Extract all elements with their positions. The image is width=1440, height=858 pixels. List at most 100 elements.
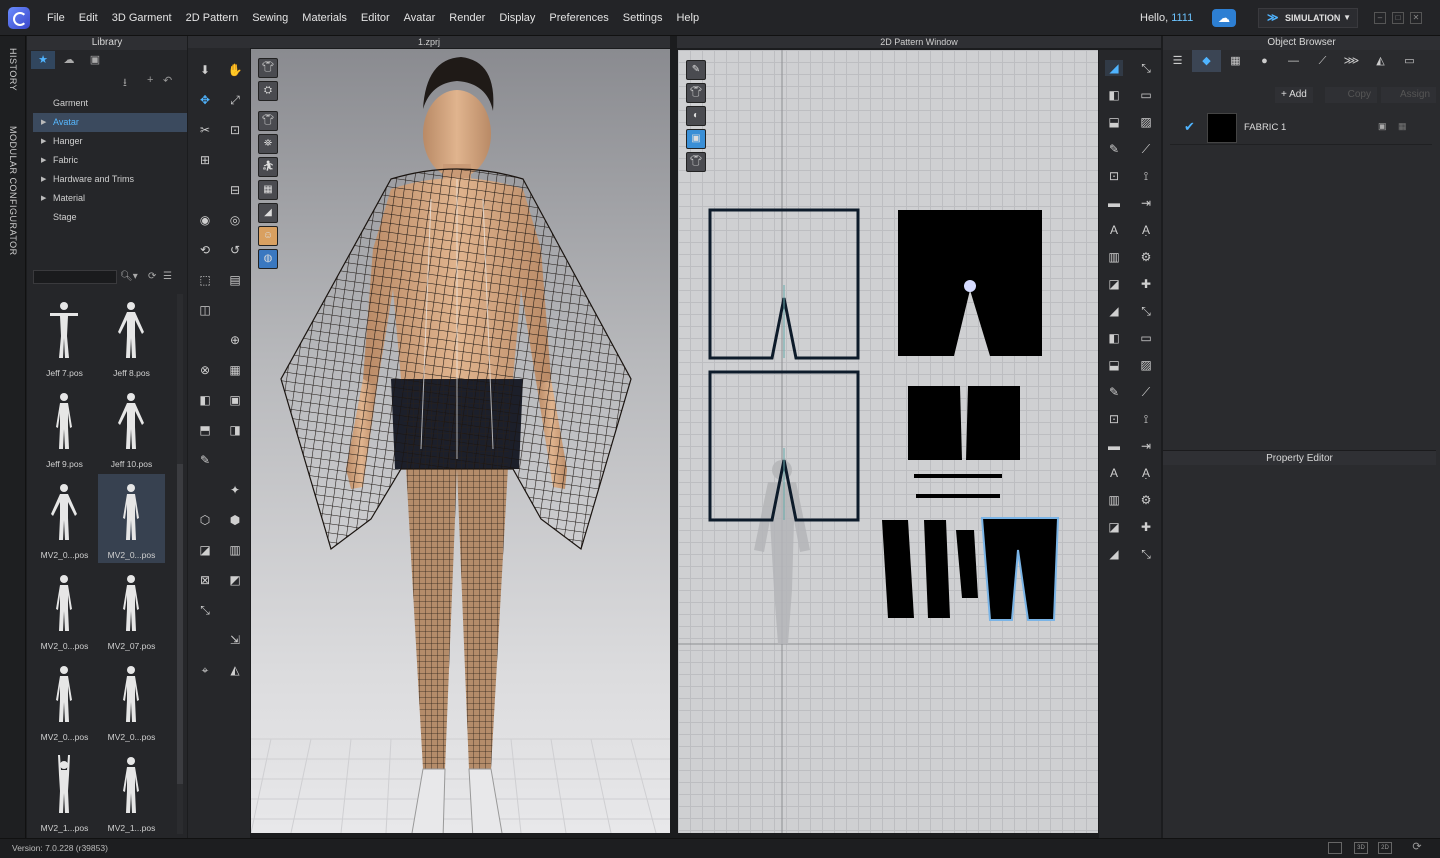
3d-tool-icon[interactable]: ✂: [196, 122, 214, 138]
2d-tool-icon[interactable]: ⬓: [1105, 114, 1123, 130]
3d-tool-icon[interactable]: ✎: [196, 452, 214, 468]
2d-tool-icon[interactable]: ⟋: [1137, 384, 1155, 400]
tree-item-material[interactable]: ▶ Material: [27, 189, 187, 208]
pattern-view-toggle-icon[interactable]: ◐: [686, 106, 706, 126]
tree-item-fabric[interactable]: ▶ Fabric: [27, 151, 187, 170]
list-view-icon[interactable]: ☰: [163, 271, 172, 282]
2d-tool-icon[interactable]: Ạ: [1137, 222, 1155, 238]
2d-tool-icon[interactable]: ▨: [1137, 357, 1155, 373]
pattern-view-toggle-icon[interactable]: 👕︎: [686, 152, 706, 172]
avatar-pose-thumbnail[interactable]: MV2_0...pos: [98, 656, 165, 745]
3d-tool-icon[interactable]: ◎: [226, 212, 244, 228]
3d-tool-icon[interactable]: ⤡: [196, 602, 214, 618]
pattern-window-2d[interactable]: [678, 50, 1098, 833]
3d-tool-icon[interactable]: ⬒: [196, 422, 214, 438]
3d-tool-icon[interactable]: ✦: [226, 482, 244, 498]
viewport-toggle-icon[interactable]: ▦: [258, 180, 278, 200]
viewport-toggle-icon[interactable]: 👕︎: [258, 58, 278, 78]
tree-item-avatar[interactable]: ▶ Avatar: [33, 113, 187, 132]
2d-tool-icon[interactable]: ◢: [1105, 303, 1123, 319]
back-icon[interactable]: ↶: [163, 74, 172, 87]
viewport-toggle-icon[interactable]: ◢: [258, 203, 278, 223]
2d-tool-icon[interactable]: ⟟: [1137, 411, 1155, 427]
pattern-view-toggle-icon[interactable]: ▣: [686, 129, 706, 149]
2d-tool-icon[interactable]: ▭: [1137, 87, 1155, 103]
2d-tool-icon[interactable]: ✎: [1105, 141, 1123, 157]
tree-item-hardware-and-trims[interactable]: ▶ Hardware and Trims: [27, 170, 187, 189]
object-browser-tab-icon[interactable]: ◭: [1366, 50, 1395, 72]
tree-item-hanger[interactable]: ▶ Hanger: [27, 132, 187, 151]
2d-tool-icon[interactable]: A: [1105, 222, 1123, 238]
store-tab-icon[interactable]: ▣: [83, 51, 107, 69]
3d-tool-icon[interactable]: ⤢: [226, 92, 244, 108]
menu-item-settings[interactable]: Settings: [616, 12, 670, 24]
menu-item-file[interactable]: File: [40, 12, 72, 24]
viewport-toggle-icon[interactable]: 👕︎: [258, 111, 278, 131]
3d-tool-icon[interactable]: ▦: [226, 362, 244, 378]
2d-tool-icon[interactable]: Ạ: [1137, 465, 1155, 481]
2d-tool-icon[interactable]: ⟟: [1137, 168, 1155, 184]
viewport-toggle-icon[interactable]: ⛭: [258, 81, 278, 101]
2d-tool-icon[interactable]: ◢: [1105, 60, 1123, 76]
avatar-pose-thumbnail[interactable]: Jeff 8.pos: [98, 292, 165, 381]
object-browser-tab-icon[interactable]: —: [1279, 50, 1308, 72]
3d-tool-icon[interactable]: ⊕: [226, 332, 244, 348]
2d-tool-icon[interactable]: ◢: [1105, 546, 1123, 562]
search-icon[interactable]: 🔍︎▾: [120, 271, 138, 282]
2d-tool-icon[interactable]: ◪: [1105, 519, 1123, 535]
2d-tool-icon[interactable]: ⇥: [1137, 195, 1155, 211]
object-browser-tab-icon[interactable]: ▭: [1395, 50, 1424, 72]
fabric-list-item[interactable]: ✔ FABRIC 1 ▣ ▦: [1170, 111, 1432, 145]
3d-tool-icon[interactable]: ⊗: [196, 362, 214, 378]
menu-item-preferences[interactable]: Preferences: [542, 12, 615, 24]
3d-tool-icon[interactable]: ◭: [226, 662, 244, 678]
add-icon[interactable]: +: [147, 74, 153, 86]
2d-tool-icon[interactable]: ▬: [1105, 195, 1123, 211]
tree-item-garment[interactable]: Garment: [27, 94, 187, 113]
menu-item-render[interactable]: Render: [442, 12, 492, 24]
object-browser-tab-icon[interactable]: ⟋: [1308, 50, 1337, 72]
expand-arrow-icon[interactable]: ▶: [41, 132, 46, 151]
2d-tool-icon[interactable]: ⤡: [1137, 303, 1155, 319]
favorites-tab-icon[interactable]: ★: [31, 51, 55, 69]
menu-item-2d-pattern[interactable]: 2D Pattern: [179, 12, 246, 24]
menu-item-edit[interactable]: Edit: [72, 12, 105, 24]
fabric-texture-icon[interactable]: ▣: [1378, 121, 1387, 132]
layout-3d-icon[interactable]: 3D: [1354, 842, 1368, 854]
3d-tool-icon[interactable]: ⬇: [196, 62, 214, 78]
2d-tool-icon[interactable]: ⤡: [1137, 546, 1155, 562]
2d-tool-icon[interactable]: A: [1105, 465, 1123, 481]
3d-tool-icon[interactable]: ◨: [226, 422, 244, 438]
avatar-pose-thumbnail[interactable]: MV2_0...pos: [31, 474, 98, 563]
3d-tool-icon[interactable]: ⬚: [196, 272, 214, 288]
viewport-toggle-icon[interactable]: ◍: [258, 249, 278, 269]
object-browser-tab-icon[interactable]: ▦: [1221, 50, 1250, 72]
viewport-toggle-icon[interactable]: ⛹︎: [258, 157, 278, 177]
menu-item-editor[interactable]: Editor: [354, 12, 397, 24]
3d-tool-icon[interactable]: ▣: [226, 392, 244, 408]
expand-arrow-icon[interactable]: ▶: [41, 170, 46, 189]
layout-2d-icon[interactable]: 2D: [1378, 842, 1392, 854]
3d-tool-icon[interactable]: ▤: [226, 272, 244, 288]
simulation-button[interactable]: ≫ SIMULATION ▼: [1258, 8, 1358, 28]
3d-tool-icon[interactable]: ⊟: [226, 182, 244, 198]
3d-tool-icon[interactable]: ⬡: [196, 512, 214, 528]
3d-tool-icon[interactable]: ⟲: [196, 242, 214, 258]
3d-tool-icon[interactable]: ▥: [226, 542, 244, 558]
3d-tool-icon[interactable]: ⇲: [226, 632, 244, 648]
menu-item-display[interactable]: Display: [492, 12, 542, 24]
3d-tool-icon[interactable]: ⬢: [226, 512, 244, 528]
viewport-toggle-icon[interactable]: ⛯: [258, 134, 278, 154]
3d-tool-icon[interactable]: ⊠: [196, 572, 214, 588]
3d-tool-icon[interactable]: ◩: [226, 572, 244, 588]
add-button[interactable]: + Add: [1275, 87, 1313, 103]
checkmark-icon[interactable]: ✔: [1184, 119, 1195, 135]
download-icon[interactable]: ⭳: [123, 74, 127, 93]
menu-item-3d-garment[interactable]: 3D Garment: [105, 12, 179, 24]
tab-modular-configurator[interactable]: MODULAR CONFIGURATOR: [8, 126, 18, 256]
3d-tool-icon[interactable]: ◫: [196, 302, 214, 318]
3d-tool-icon[interactable]: ⊡: [226, 122, 244, 138]
2d-tool-icon[interactable]: ✚: [1137, 276, 1155, 292]
expand-arrow-icon[interactable]: ▶: [41, 151, 46, 170]
menu-item-materials[interactable]: Materials: [295, 12, 354, 24]
